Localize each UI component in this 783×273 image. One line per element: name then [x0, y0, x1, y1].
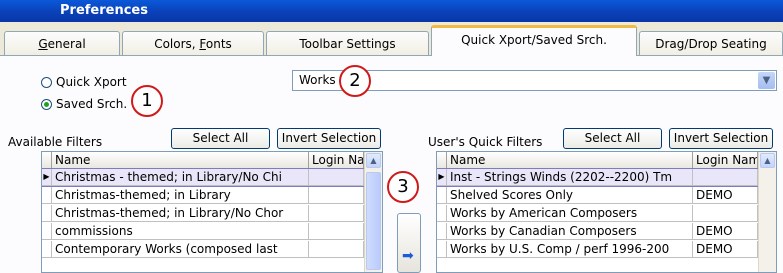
table-row[interactable]: Works by Canadian Composers DEMO [437, 223, 758, 240]
combo-value: Works [299, 73, 336, 87]
user-select-all-button[interactable]: Select All [563, 128, 662, 149]
tab-strip: General Colors, Fonts Toolbar Settings Q… [0, 22, 783, 56]
callout-1: 1 [131, 85, 163, 117]
cell-login [309, 205, 364, 221]
cell-name: Christmas-themed; in Library [52, 187, 309, 203]
button-label: Invert Selection [673, 131, 769, 145]
radio-label: Saved Srch. [56, 97, 128, 111]
callout-2: 2 [339, 65, 371, 97]
cell-name: Christmas - themed; in Library/No Chi [52, 169, 309, 185]
row-indicator [437, 223, 447, 239]
tab-label: Drag/Drop Seating [655, 37, 767, 51]
available-select-all-button[interactable]: Select All [171, 128, 270, 149]
column-header-name[interactable]: Name [447, 152, 693, 168]
cell-name: Christmas-themed; in Library/No Chor [52, 205, 309, 221]
tab-label-pre: Colors, [154, 37, 200, 51]
table-row[interactable]: commissions [42, 223, 364, 240]
available-filters-grid[interactable]: Name Login Name ▶ Christmas - themed; in… [41, 151, 383, 273]
radio-saved-srch[interactable]: Saved Srch. [41, 97, 127, 111]
cell-name: Works by U.S. Comp / perf 1996-200 [447, 241, 693, 257]
cell-name: Inst - Strings Winds (2202--2200) Tm [447, 169, 693, 185]
cell-name: Contemporary Works (composed last [52, 241, 309, 257]
row-indicator-icon: ▶ [42, 169, 52, 185]
cell-login: DEMO [693, 223, 758, 239]
radio-circle-selected[interactable] [41, 98, 52, 110]
available-vertical-scrollbar[interactable]: ▲ [364, 152, 382, 272]
button-label: Select All [192, 131, 249, 145]
tab-label: Toolbar Settings [299, 37, 396, 51]
radio-label: Quick Xport [56, 75, 127, 89]
table-row[interactable]: Works by U.S. Comp / perf 1996-200 DEMO [437, 241, 758, 258]
tab-general[interactable]: General [4, 31, 120, 55]
table-row[interactable]: Works by American Composers [437, 205, 758, 222]
row-indicator [42, 205, 52, 221]
cell-login: DEMO [693, 241, 758, 257]
table-row[interactable]: ▶ Inst - Strings Winds (2202--2200) Tm [437, 168, 759, 187]
arrow-right-icon: ➡ [402, 248, 414, 264]
grid-header: Name Login Name [42, 152, 364, 169]
transfer-button[interactable]: ➡ [397, 213, 421, 273]
table-row[interactable]: ▶ Christmas - themed; in Library/No Chi [42, 168, 365, 187]
row-indicator-icon: ▶ [437, 169, 447, 185]
window-title-bar: Preferences [0, 0, 783, 22]
tab-mnemonic: G [38, 37, 48, 51]
table-row[interactable]: Contemporary Works (composed last [42, 241, 364, 258]
user-vertical-scrollbar[interactable]: ▲ [758, 152, 776, 272]
cell-login [309, 187, 364, 203]
header-indicator [437, 152, 447, 168]
cell-login [693, 205, 758, 221]
radio-circle[interactable] [41, 76, 52, 88]
available-invert-selection-button[interactable]: Invert Selection [277, 128, 381, 149]
row-indicator [42, 241, 52, 257]
column-header-login[interactable]: Login Name [693, 152, 758, 168]
tab-label-rest: onts [205, 37, 232, 51]
table-row[interactable]: Christmas-themed; in Library/No Chor [42, 205, 364, 222]
user-quick-filters-grid[interactable]: Name Login Name ▶ Inst - Strings Winds (… [436, 151, 777, 273]
triangle-up-icon[interactable]: ▲ [760, 153, 775, 168]
window-title: Preferences [60, 3, 148, 18]
cell-login [309, 169, 364, 185]
row-indicator [42, 223, 52, 239]
cell-login [309, 241, 364, 257]
cell-login [693, 169, 758, 185]
column-header-name[interactable]: Name [52, 152, 309, 168]
cell-name: Works by Canadian Composers [447, 223, 693, 239]
tab-drag-drop-seating[interactable]: Drag/Drop Seating [639, 31, 783, 55]
tab-label: Quick Xport/Saved Srch. [461, 33, 607, 47]
cell-login [309, 223, 364, 239]
radio-quick-xport[interactable]: Quick Xport [41, 75, 127, 89]
table-row[interactable]: Shelved Scores Only DEMO [437, 187, 758, 204]
button-label: Invert Selection [281, 131, 377, 145]
table-row[interactable]: Christmas-themed; in Library [42, 187, 364, 204]
scroll-thumb[interactable] [366, 172, 381, 270]
available-filters-label: Available Filters [8, 135, 103, 149]
row-indicator [437, 187, 447, 203]
button-label: Select All [584, 131, 641, 145]
cell-name: Works by American Composers [447, 205, 693, 221]
chevron-down-icon[interactable]: ▼ [758, 72, 775, 89]
cell-name: Shelved Scores Only [447, 187, 693, 203]
triangle-up-icon[interactable]: ▲ [366, 153, 381, 168]
row-indicator [437, 205, 447, 221]
row-indicator [437, 241, 447, 257]
tab-quick-xport-saved-srch[interactable]: Quick Xport/Saved Srch. [431, 25, 637, 56]
callout-3: 3 [387, 171, 419, 203]
cell-login: DEMO [693, 187, 758, 203]
column-header-login[interactable]: Login Name [309, 152, 364, 168]
header-indicator [42, 152, 52, 168]
grid-header: Name Login Name [437, 152, 758, 169]
row-indicator [42, 187, 52, 203]
user-invert-selection-button[interactable]: Invert Selection [669, 128, 773, 149]
tab-label-rest: eneral [47, 37, 86, 51]
tab-toolbar-settings[interactable]: Toolbar Settings [266, 31, 429, 55]
user-quick-filters-label: User's Quick Filters [428, 135, 543, 149]
cell-name: commissions [52, 223, 309, 239]
tab-colors-fonts[interactable]: Colors, Fonts [122, 31, 264, 55]
